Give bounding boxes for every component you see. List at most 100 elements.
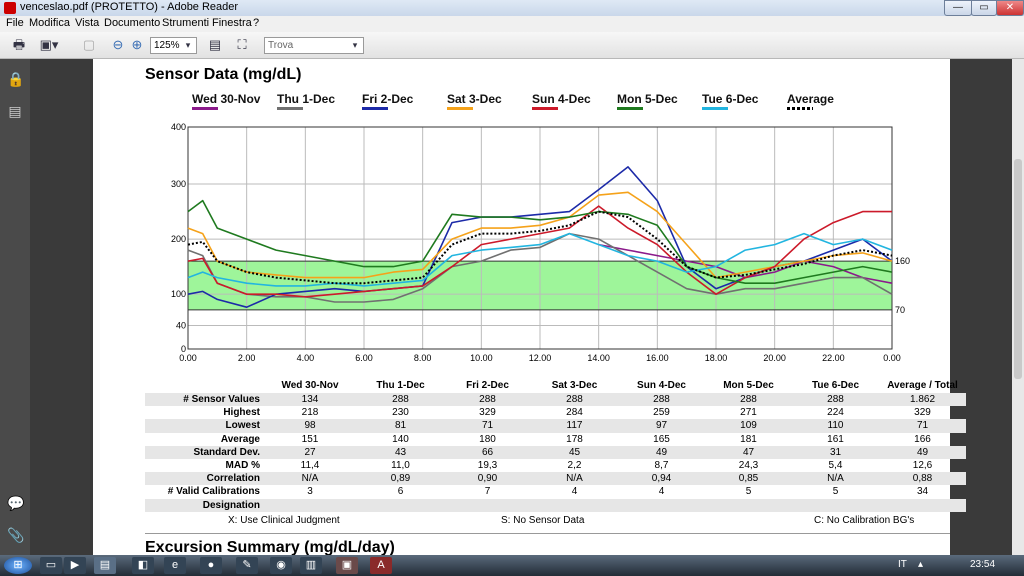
- table-cell: 11,0: [391, 460, 410, 472]
- taskbar-app-icon[interactable]: ▭: [40, 557, 62, 574]
- menu-file[interactable]: File: [6, 17, 24, 29]
- full-screen-icon[interactable]: ⛶: [233, 36, 251, 54]
- zoom-in-icon[interactable]: ⊕: [129, 36, 145, 54]
- footnote-no-sensor: S: No Sensor Data: [501, 515, 585, 526]
- vertical-scrollbar[interactable]: [1012, 59, 1024, 555]
- menu-bar: File Modifica Vista Documento Strumenti …: [0, 16, 1024, 32]
- table-cell: 288: [444, 393, 531, 407]
- table-cell: 224: [827, 407, 844, 419]
- menu-finestra[interactable]: Finestra: [212, 17, 252, 29]
- table-cell: 71: [879, 419, 966, 433]
- ie-icon[interactable]: e: [164, 557, 186, 574]
- table-cell: 151: [301, 433, 319, 445]
- taskbar: ⊞ ▭ ▶ ▤ ◧ e ● ✎ ◉ ▥ ▣ A IT ▴ 23:54: [0, 555, 1024, 576]
- table-cell: 43: [357, 445, 444, 459]
- table-cell: 181: [740, 433, 757, 445]
- start-button[interactable]: ⊞: [4, 557, 32, 574]
- table-cell: 288: [357, 393, 444, 407]
- taskbar-app-icon[interactable]: ▥: [300, 557, 322, 574]
- table-cell: 259: [653, 407, 670, 419]
- tray-up-icon[interactable]: ▴: [918, 559, 923, 570]
- taskbar-app-icon[interactable]: ▣: [336, 557, 358, 574]
- explorer-icon[interactable]: ▤: [94, 557, 116, 574]
- table-row: Correlation N/A 0,89 0,90 N/A 0,94 0,85 N/A 0,88: [145, 472, 966, 486]
- row-label: MAD %: [225, 460, 260, 472]
- taskbar-app-icon[interactable]: ▶: [64, 557, 86, 574]
- table-header-cell: Fri 2-Dec: [466, 379, 509, 391]
- find-dropdown-icon[interactable]: ▾: [350, 36, 360, 54]
- zoom-dropdown-icon[interactable]: ▾: [184, 36, 192, 54]
- row-label: Lowest: [145, 419, 263, 433]
- table-cell: 5: [745, 486, 752, 498]
- table-cell: [705, 498, 792, 512]
- comments-icon[interactable]: 💬: [7, 495, 24, 511]
- table-cell: 3: [307, 486, 313, 498]
- menu-vista[interactable]: Vista: [75, 17, 99, 29]
- table-cell: 6: [397, 486, 404, 498]
- table-cell: 5: [832, 486, 839, 498]
- table-cell: N/A: [263, 472, 357, 486]
- table-cell: 47: [705, 445, 792, 459]
- table-row: Average 151 140 180 178 165 181 161 166: [145, 433, 966, 446]
- attachments-icon[interactable]: 📎: [7, 527, 24, 543]
- table-header-cell: Thu 1-Dec: [376, 379, 425, 391]
- language-indicator[interactable]: IT: [898, 559, 907, 570]
- y-tick-label: 40: [176, 320, 186, 330]
- table-cell: 134: [263, 393, 357, 407]
- pages-icon[interactable]: ▤: [7, 103, 23, 119]
- table-cell: 180: [479, 433, 496, 445]
- find-input[interactable]: Trova: [264, 37, 364, 54]
- table-cell: 165: [653, 433, 670, 445]
- table-header-cell: [145, 377, 263, 393]
- zoom-out-icon[interactable]: ⊖: [110, 36, 126, 54]
- menu-strumenti[interactable]: Strumenti: [162, 17, 209, 29]
- taskbar-app-icon[interactable]: ●: [200, 557, 222, 574]
- maximize-button[interactable]: ▭: [971, 0, 997, 16]
- adobe-reader-task-icon[interactable]: A: [370, 557, 392, 574]
- table-cell: [444, 498, 531, 512]
- comment-icon[interactable]: ▢: [78, 36, 100, 54]
- toolbar: 🖶 ▣▾ ▢ ⊖ ⊕ 125% ▾ ▤ ⛶ Trova ▾: [0, 32, 1024, 59]
- lock-icon[interactable]: 🔒: [7, 71, 24, 87]
- clock[interactable]: 23:54: [970, 559, 995, 570]
- chrome-icon[interactable]: ◉: [270, 557, 292, 574]
- table-cell: 1.862: [879, 393, 966, 407]
- table-cell: 288: [618, 393, 705, 407]
- table-cell: 81: [357, 419, 444, 433]
- table-header-cell: Sun 4-Dec: [637, 379, 686, 391]
- table-cell: 49: [879, 445, 966, 459]
- navigation-panel: 🔒 ▤ 💬 📎: [0, 59, 30, 555]
- table-cell: 19,3: [477, 460, 498, 472]
- x-tick-label: 22.00: [822, 353, 845, 363]
- print-icon[interactable]: 🖶: [8, 36, 30, 54]
- row-label: Average: [220, 433, 260, 445]
- row-label: Designation: [145, 498, 263, 512]
- table-cell: 329: [914, 407, 931, 419]
- table-cell: [879, 498, 966, 512]
- row-label: # Valid Calibrations: [167, 486, 260, 498]
- table-row: # Valid Calibrations 3 6 7 4 4 5 5 34: [145, 485, 966, 498]
- table-cell: 288: [792, 393, 879, 407]
- table-cell: 161: [827, 433, 844, 445]
- export-icon[interactable]: ▣▾: [36, 36, 62, 54]
- taskbar-app-icon[interactable]: ◧: [132, 557, 154, 574]
- table-cell: 71: [444, 419, 531, 433]
- table-cell: 218: [301, 407, 319, 419]
- menu-modifica[interactable]: Modifica: [29, 17, 70, 29]
- table-cell: [792, 498, 879, 512]
- footnote-clinical: X: Use Clinical Judgment: [228, 515, 340, 526]
- taskbar-app-icon[interactable]: ✎: [236, 557, 258, 574]
- adobe-reader-icon: [4, 2, 16, 14]
- minimize-button[interactable]: —: [944, 0, 972, 16]
- table-cell: 24,3: [738, 460, 759, 472]
- table-cell: 97: [618, 419, 705, 433]
- row-label: Highest: [223, 407, 260, 419]
- close-button[interactable]: ✕: [996, 0, 1024, 16]
- fit-page-icon[interactable]: ▤: [206, 36, 224, 54]
- menu-documento[interactable]: Documento: [104, 17, 160, 29]
- menu-help[interactable]: ?: [253, 17, 259, 29]
- table-cell: [357, 498, 444, 512]
- table-cell: N/A: [531, 472, 618, 486]
- footnote-no-calibration: C: No Calibration BG's: [814, 515, 915, 526]
- scrollbar-thumb[interactable]: [1014, 159, 1022, 379]
